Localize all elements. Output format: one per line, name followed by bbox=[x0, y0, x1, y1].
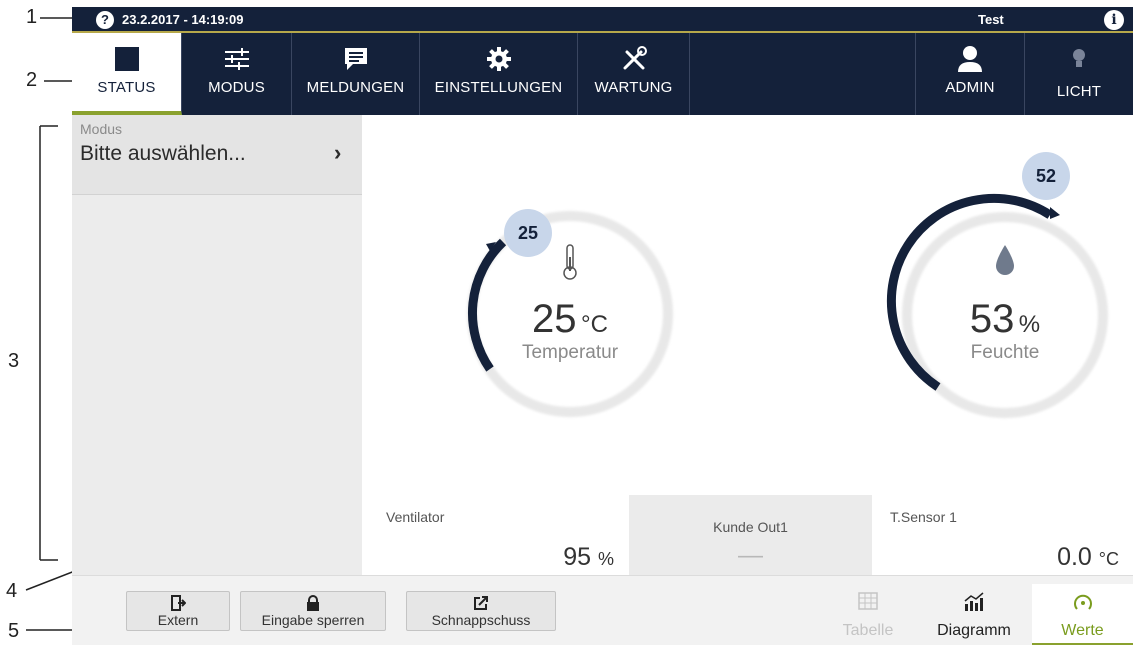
tab-status[interactable]: STATUS bbox=[72, 33, 182, 115]
thermometer-icon bbox=[470, 243, 670, 283]
humidity-setpoint-bubble[interactable]: 52 bbox=[1022, 152, 1070, 200]
tab-einstellungen[interactable]: EINSTELLUNGEN bbox=[420, 33, 578, 115]
info-icon[interactable]: i bbox=[1104, 10, 1124, 30]
gauges-area: 25 52 25 °C Temperatur 53 % Feuchte bbox=[362, 115, 1133, 495]
tab-meldungen-label: MELDUNGEN bbox=[306, 79, 405, 96]
tab-wartung-label: WARTUNG bbox=[594, 79, 673, 96]
help-icon[interactable]: ? bbox=[96, 11, 114, 29]
humidity-setpoint-marker bbox=[1050, 207, 1060, 219]
temperature-value: 25 bbox=[532, 297, 577, 341]
modus-label: Modus bbox=[80, 121, 123, 137]
modus-selector[interactable]: Modus Bitte auswählen... › bbox=[72, 115, 362, 195]
stop-square-icon bbox=[72, 45, 181, 73]
callout-1: 1 bbox=[26, 6, 38, 28]
tile-tsensor-1-value: 0.0 bbox=[1057, 543, 1092, 571]
screenshot-page: 1 2 3 4 5 ? 23.2.2017 - 14:19:09 Test i … bbox=[0, 0, 1133, 645]
tile-ventilator[interactable]: Ventilator 95 % bbox=[374, 495, 624, 575]
view-tabelle-label: Tabelle bbox=[842, 622, 894, 639]
tile-kunde-out1-value: — bbox=[738, 541, 763, 569]
tile-tsensor-1[interactable]: T.Sensor 1 0.0 °C bbox=[878, 495, 1133, 575]
eingabe-sperren-button[interactable]: Eingabe sperren bbox=[240, 591, 386, 631]
tab-modus[interactable]: MODUS bbox=[182, 33, 292, 115]
table-icon bbox=[822, 592, 914, 612]
schnappschuss-button[interactable]: Schnappschuss bbox=[406, 591, 556, 631]
extern-button[interactable]: Extern bbox=[126, 591, 230, 631]
tab-meldungen[interactable]: MELDUNGEN bbox=[292, 33, 420, 115]
temperature-label: Temperatur bbox=[521, 342, 619, 363]
view-tabelle-button[interactable]: Tabelle bbox=[822, 584, 914, 645]
modus-value: Bitte auswählen... bbox=[80, 142, 246, 165]
tab-licht[interactable]: LICHT bbox=[1024, 33, 1133, 115]
sliders-icon bbox=[182, 45, 291, 73]
tab-licht-label: LICHT bbox=[1056, 83, 1102, 100]
exit-icon bbox=[127, 595, 229, 611]
view-diagramm-label: Diagramm bbox=[937, 622, 1011, 639]
tile-ventilator-label: Ventilator bbox=[386, 509, 445, 525]
view-werte-button[interactable]: Werte bbox=[1032, 584, 1133, 645]
message-icon bbox=[292, 45, 419, 73]
snapshot-icon bbox=[407, 595, 555, 611]
view-werte-label: Werte bbox=[1061, 622, 1104, 639]
gauge-icon bbox=[1032, 592, 1133, 612]
tile-ventilator-value-wrap: 95 % bbox=[563, 543, 614, 572]
humidity-label: Feuchte bbox=[970, 342, 1040, 363]
tile-kunde-out1-label: Kunde Out1 bbox=[713, 519, 788, 535]
user-icon bbox=[916, 45, 1024, 73]
chart-icon bbox=[924, 592, 1024, 612]
callout-3: 3 bbox=[8, 350, 20, 372]
status-bar: ? 23.2.2017 - 14:19:09 Test i bbox=[72, 7, 1133, 33]
eingabe-sperren-label: Eingabe sperren bbox=[261, 612, 365, 628]
extern-button-label: Extern bbox=[157, 612, 199, 628]
tab-modus-label: MODUS bbox=[208, 79, 265, 96]
main-nav: STATUS MODUS MELDUNGEN EINSTELLUNGEN WAR… bbox=[72, 33, 1133, 115]
view-diagramm-button[interactable]: Diagramm bbox=[924, 584, 1024, 645]
user-name-text: Test bbox=[978, 12, 1004, 27]
tile-tsensor-1-value-wrap: 0.0 °C bbox=[1057, 543, 1119, 572]
callout-4: 4 bbox=[6, 580, 18, 602]
temperature-unit: °C bbox=[581, 311, 608, 338]
tab-status-label: STATUS bbox=[97, 79, 156, 96]
chevron-right-icon: › bbox=[334, 140, 342, 165]
lightbulb-icon bbox=[1025, 45, 1133, 73]
datetime-text: 23.2.2017 - 14:19:09 bbox=[122, 12, 244, 27]
callout-5: 5 bbox=[8, 620, 20, 642]
tile-tsensor-1-label: T.Sensor 1 bbox=[890, 509, 957, 525]
humidity-unit: % bbox=[1018, 311, 1041, 338]
tab-wartung[interactable]: WARTUNG bbox=[578, 33, 690, 115]
tile-tsensor-1-unit: °C bbox=[1098, 549, 1119, 569]
tab-admin-label: ADMIN bbox=[945, 79, 995, 96]
tools-icon bbox=[578, 45, 689, 73]
tab-einstellungen-label: EINSTELLUNGEN bbox=[434, 79, 563, 96]
humidity-gauge[interactable]: 53 % Feuchte bbox=[905, 243, 1105, 364]
droplet-icon bbox=[905, 243, 1105, 283]
tile-ventilator-unit: % bbox=[597, 549, 614, 569]
schnappschuss-label: Schnappschuss bbox=[431, 612, 531, 628]
tab-admin[interactable]: ADMIN bbox=[915, 33, 1024, 115]
app-window: ? 23.2.2017 - 14:19:09 Test i STATUS MOD… bbox=[72, 7, 1133, 645]
humidity-value: 53 bbox=[969, 297, 1015, 341]
temperature-gauge[interactable]: 25 °C Temperatur bbox=[470, 243, 670, 364]
bottom-toolbar: Extern Eingabe sperren Schnappschuss Tab… bbox=[72, 575, 1133, 645]
sidebar: Modus Bitte auswählen... › bbox=[72, 115, 362, 575]
gear-icon bbox=[420, 45, 577, 73]
callout-2: 2 bbox=[26, 69, 38, 91]
tile-ventilator-value: 95 bbox=[563, 543, 592, 571]
lock-icon bbox=[241, 595, 385, 611]
tile-kunde-out1[interactable]: Kunde Out1 — bbox=[629, 495, 872, 575]
